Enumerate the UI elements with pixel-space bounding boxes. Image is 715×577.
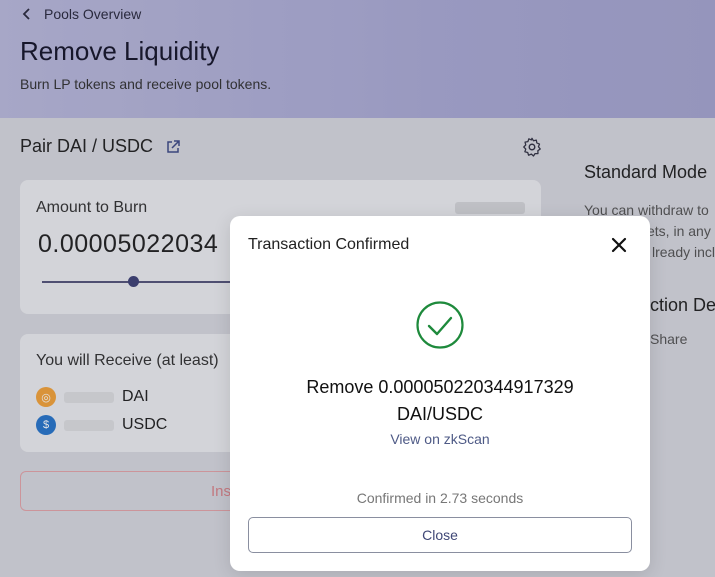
- check-circle-icon: [416, 301, 464, 349]
- dialog-message-line1: Remove 0.000050220344917329: [306, 377, 574, 397]
- dialog-message-line2: DAI/USDC: [396, 404, 483, 424]
- confirmed-time-text: Confirmed in 2.73 seconds: [356, 490, 524, 506]
- close-button[interactable]: Close: [248, 517, 632, 553]
- close-icon[interactable]: [610, 236, 628, 254]
- dialog-title: Transaction Confirmed: [248, 236, 410, 253]
- dialog-message: Remove 0.000050220344917329 DAI/USDC: [230, 374, 650, 428]
- transaction-confirmed-dialog: Transaction Confirmed Remove 0.000050220…: [230, 216, 650, 571]
- view-on-zkscan-link[interactable]: View on zkScan: [230, 431, 650, 447]
